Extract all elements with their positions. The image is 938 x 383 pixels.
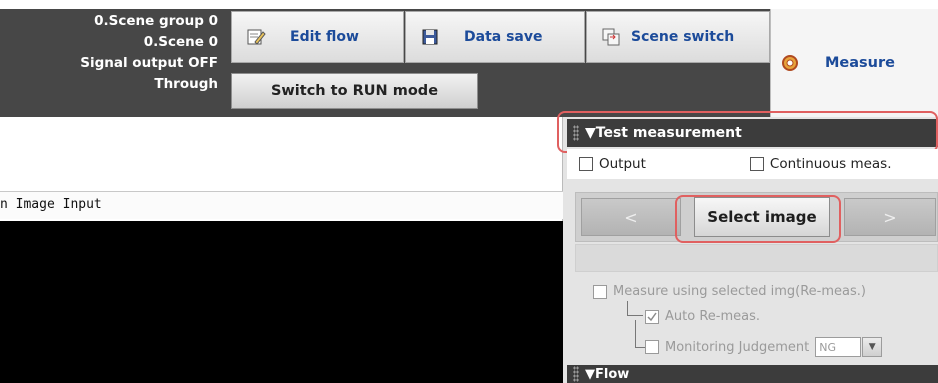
- floppy-disk-icon: [420, 27, 440, 47]
- scene-label: 0.Scene 0: [143, 34, 218, 50]
- continuous-meas-checkbox-box[interactable]: [749, 157, 764, 171]
- scene-group-label: 0.Scene group 0: [94, 13, 218, 29]
- measurement-options-row: Output Continuous meas.: [567, 149, 938, 179]
- flow-grip-handle-icon[interactable]: [573, 366, 579, 382]
- remeasure-checkbox-box[interactable]: [593, 284, 607, 299]
- highlight-test-measurement: [557, 111, 938, 153]
- data-save-button[interactable]: Data save: [405, 11, 585, 63]
- signal-output-label: Signal output OFF: [80, 55, 218, 71]
- auto-remeas-checkbox-box[interactable]: [645, 309, 659, 324]
- edit-flow-button[interactable]: Edit flow: [231, 11, 404, 63]
- next-image-label: >: [883, 207, 897, 227]
- edit-flow-label: Edit flow: [290, 29, 359, 45]
- previous-image-label: <: [624, 207, 638, 227]
- tree-connector-2: [635, 320, 645, 348]
- dropdown-arrow-icon[interactable]: ▼: [862, 337, 883, 357]
- switch-run-label: Switch to RUN mode: [270, 83, 439, 99]
- nav-strip-lower: [575, 244, 938, 272]
- monitoring-judgement-value: NG: [819, 340, 836, 354]
- auto-remeas-checkbox[interactable]: Auto Re-meas.: [645, 309, 760, 324]
- scene-switch-label: Scene switch: [631, 29, 735, 45]
- continuous-meas-checkbox[interactable]: Continuous meas.: [749, 156, 892, 172]
- switch-to-run-mode-button[interactable]: Switch to RUN mode: [231, 73, 478, 109]
- through-label: Through: [154, 76, 218, 92]
- measure-label: Measure: [825, 55, 895, 71]
- monitoring-judgement-select[interactable]: NG ▼: [815, 337, 883, 357]
- next-image-button[interactable]: >: [844, 198, 936, 236]
- status-panel: 0.Scene group 0 0.Scene 0 Signal output …: [0, 11, 226, 95]
- image-window-title-text: n Image Input: [0, 197, 102, 212]
- image-window-title: n Image Input: [0, 191, 563, 219]
- top-toolbar: 0.Scene group 0 0.Scene 0 Signal output …: [0, 9, 938, 117]
- scene-switch-button[interactable]: Scene switch: [586, 11, 770, 63]
- flow-header[interactable]: ▼Flow: [567, 365, 938, 383]
- measure-tab[interactable]: Measure: [770, 9, 938, 117]
- previous-image-button[interactable]: <: [581, 198, 681, 236]
- data-save-label: Data save: [464, 29, 543, 45]
- remeasure-label: Measure using selected img(Re-meas.): [613, 284, 866, 299]
- output-checkbox-box[interactable]: [579, 157, 593, 171]
- flow-title: ▼Flow: [585, 366, 630, 382]
- tree-connector-1: [627, 301, 643, 316]
- image-panel: n Image Input: [0, 117, 563, 383]
- image-display[interactable]: [0, 221, 563, 383]
- edit-flow-icon: [246, 27, 266, 47]
- highlight-select-image: [675, 195, 841, 243]
- monitoring-judgement-checkbox[interactable]: Monitoring Judgement NG ▼: [645, 337, 883, 357]
- top-border: [0, 0, 938, 9]
- measure-icon: [781, 54, 799, 72]
- output-checkbox-label: Output: [599, 156, 646, 172]
- remeasure-checkbox[interactable]: Measure using selected img(Re-meas.): [593, 284, 866, 299]
- monitoring-judgement-label: Monitoring Judgement: [665, 339, 810, 355]
- output-checkbox[interactable]: Output: [579, 156, 646, 172]
- control-panel: ▼Test measurement Output Continuous meas…: [557, 111, 938, 383]
- auto-remeas-label: Auto Re-meas.: [665, 309, 760, 324]
- monitoring-judgement-checkbox-box[interactable]: [645, 340, 659, 354]
- continuous-meas-label: Continuous meas.: [769, 156, 892, 172]
- scene-switch-icon: [601, 27, 621, 47]
